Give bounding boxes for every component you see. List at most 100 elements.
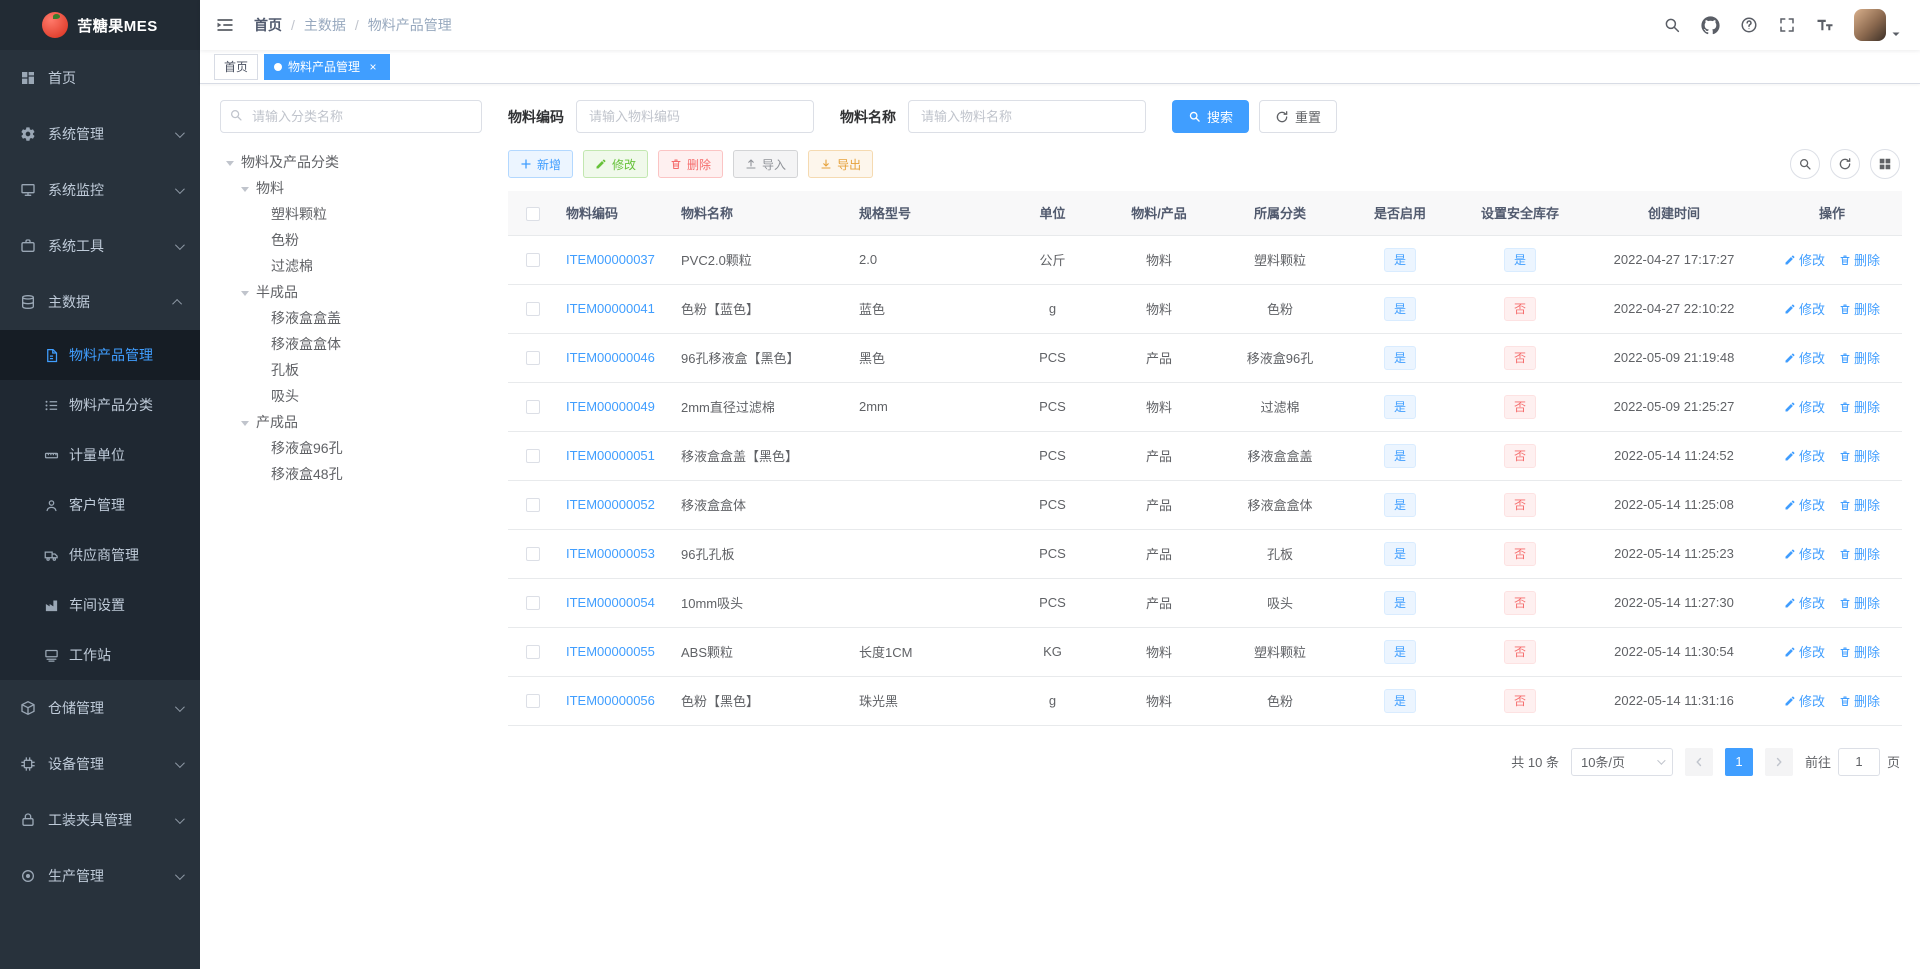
tree-node[interactable]: 物料及产品分类 [220,149,482,175]
item-code-link[interactable]: ITEM00000049 [566,399,655,414]
item-code-link[interactable]: ITEM00000055 [566,644,655,659]
breadcrumb-item[interactable]: 首页 [254,15,282,35]
row-checkbox[interactable] [526,302,540,317]
page-size-select[interactable]: 10条/页 [1570,747,1673,776]
tree-node[interactable]: 塑料颗粒 [220,201,482,227]
edit-link[interactable]: 修改 [1784,544,1825,563]
tree-search-input[interactable] [220,100,482,133]
tree-node[interactable]: 半成品 [220,279,482,305]
row-checkbox[interactable] [526,449,540,464]
delete-link[interactable]: 删除 [1839,495,1880,514]
breadcrumb-item[interactable]: 主数据 [304,15,346,35]
tree-node[interactable]: 色粉 [220,227,482,253]
row-checkbox[interactable] [526,400,540,415]
caret-down-icon[interactable] [226,160,234,166]
delete-button[interactable]: 删除 [658,150,724,178]
sidebar-item-system-management[interactable]: 系统管理 [0,106,200,162]
item-code-link[interactable]: ITEM00000051 [566,448,655,463]
tree-node[interactable]: 移液盒96孔 [220,435,482,461]
sidebar-subitem-supplier-management[interactable]: 供应商管理 [0,530,200,580]
sidebar-subitem-material-product-category[interactable]: 物料产品分类 [0,380,200,430]
edit-link[interactable]: 修改 [1784,250,1825,269]
sidebar-subitem-measurement-unit[interactable]: 计量单位 [0,430,200,480]
edit-link[interactable]: 修改 [1784,495,1825,514]
sidebar-item-home[interactable]: 首页 [0,50,200,106]
tab-home[interactable]: 首页 [214,53,259,80]
edit-link[interactable]: 修改 [1784,691,1825,710]
item-code-link[interactable]: ITEM00000053 [566,546,655,561]
delete-link[interactable]: 删除 [1839,299,1880,318]
tree-node[interactable]: 物料 [220,175,482,201]
menu-fold-button[interactable] [200,0,250,50]
export-button[interactable]: 导出 [808,150,874,178]
sidebar-item-equipment-management[interactable]: 设备管理 [0,736,200,792]
tree-node[interactable]: 移液盒盒体 [220,331,482,357]
column-settings-button[interactable] [1870,149,1900,179]
sidebar-subitem-customer-management[interactable]: 客户管理 [0,480,200,530]
delete-link[interactable]: 删除 [1839,348,1880,367]
tree-node[interactable]: 吸头 [220,383,482,409]
close-icon[interactable]: × [366,60,380,74]
item-code-link[interactable]: ITEM00000052 [566,497,655,512]
row-checkbox[interactable] [526,645,540,660]
help-button[interactable] [1740,16,1758,34]
tree-node[interactable]: 移液盒盒盖 [220,305,482,331]
delete-link[interactable]: 删除 [1839,446,1880,465]
delete-link[interactable]: 删除 [1839,642,1880,661]
caret-down-icon[interactable] [241,420,249,426]
edit-link[interactable]: 修改 [1784,299,1825,318]
edit-link[interactable]: 修改 [1784,348,1825,367]
next-page-button[interactable] [1764,747,1793,776]
edit-link[interactable]: 修改 [1784,642,1825,661]
sidebar-subitem-workstation[interactable]: 工作站 [0,630,200,680]
caret-down-icon[interactable] [241,290,249,296]
sidebar-item-fixture-management[interactable]: 工装夹具管理 [0,792,200,848]
delete-link[interactable]: 删除 [1839,544,1880,563]
tree-node[interactable]: 孔板 [220,357,482,383]
row-checkbox[interactable] [526,351,540,366]
item-code-link[interactable]: ITEM00000054 [566,595,655,610]
breadcrumb-item[interactable]: 物料产品管理 [368,15,452,35]
sidebar-item-warehouse-management[interactable]: 仓储管理 [0,680,200,736]
material-name-input[interactable] [908,100,1146,133]
import-button[interactable]: 导入 [733,150,799,178]
row-checkbox[interactable] [526,547,540,562]
header-search-button[interactable] [1663,16,1681,34]
row-checkbox[interactable] [526,596,540,611]
tree-node[interactable]: 产成品 [220,409,482,435]
font-size-button[interactable] [1816,16,1834,34]
item-code-link[interactable]: ITEM00000037 [566,252,655,267]
toggle-search-button[interactable] [1790,149,1820,179]
github-button[interactable] [1701,15,1720,35]
tab-material-product-management[interactable]: 物料产品管理 × [264,53,391,80]
edit-link[interactable]: 修改 [1784,593,1825,612]
add-button[interactable]: 新增 [508,150,574,178]
search-button[interactable]: 搜索 [1172,100,1250,133]
row-checkbox[interactable] [526,694,540,709]
user-avatar-dropdown[interactable] [1854,9,1902,41]
goto-page-input[interactable] [1837,747,1880,776]
select-all-checkbox[interactable] [526,206,540,221]
delete-link[interactable]: 删除 [1839,593,1880,612]
sidebar-item-master-data[interactable]: 主数据 [0,274,200,330]
caret-down-icon[interactable] [241,186,249,192]
prev-page-button[interactable] [1684,747,1713,776]
tree-node[interactable]: 过滤棉 [220,253,482,279]
sidebar-item-system-tools[interactable]: 系统工具 [0,218,200,274]
row-checkbox[interactable] [526,253,540,268]
item-code-link[interactable]: ITEM00000046 [566,350,655,365]
material-code-input[interactable] [576,100,814,133]
item-code-link[interactable]: ITEM00000056 [566,693,655,708]
delete-link[interactable]: 删除 [1839,691,1880,710]
reset-button[interactable]: 重置 [1259,100,1338,133]
sidebar-item-system-monitor[interactable]: 系统监控 [0,162,200,218]
page-1-button[interactable]: 1 [1724,747,1753,776]
delete-link[interactable]: 删除 [1839,250,1880,269]
edit-button[interactable]: 修改 [583,150,649,178]
sidebar-item-production-management[interactable]: 生产管理 [0,848,200,904]
table-refresh-button[interactable] [1830,149,1860,179]
tree-node[interactable]: 移液盒48孔 [220,461,482,487]
edit-link[interactable]: 修改 [1784,446,1825,465]
edit-link[interactable]: 修改 [1784,397,1825,416]
delete-link[interactable]: 删除 [1839,397,1880,416]
